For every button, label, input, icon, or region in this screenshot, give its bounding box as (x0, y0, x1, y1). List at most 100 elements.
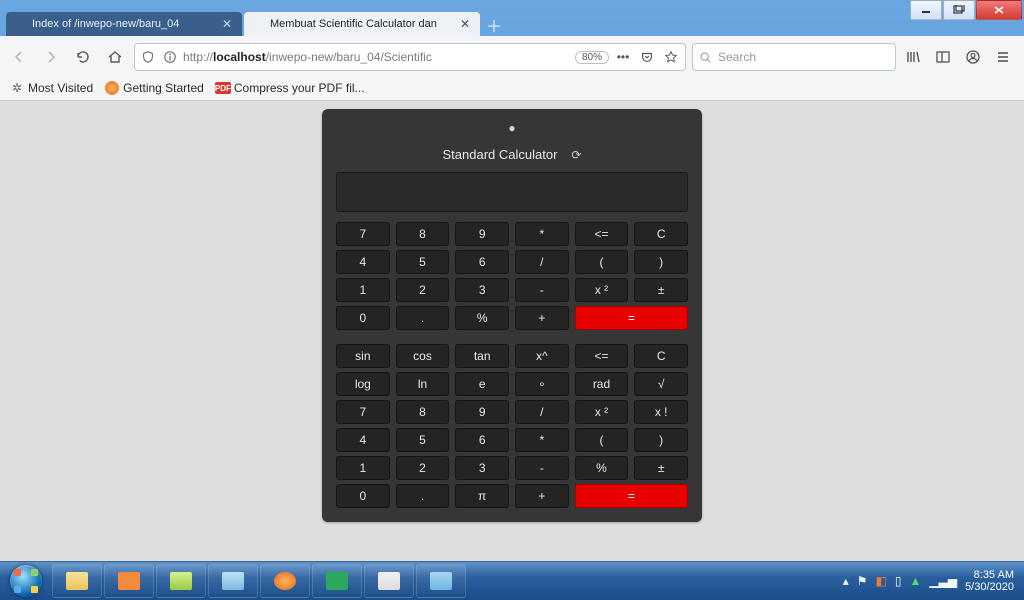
shield-icon[interactable] (139, 50, 157, 64)
app-menu-icon[interactable] (992, 46, 1014, 68)
task-xampp[interactable] (104, 564, 154, 598)
tray-flag-icon[interactable]: ⚑ (857, 574, 868, 588)
calc-key[interactable]: 8 (396, 400, 450, 424)
calc-key[interactable]: ln (396, 372, 450, 396)
tray-clock[interactable]: 8:35 AM 5/30/2020 (965, 569, 1014, 593)
forward-button[interactable] (38, 44, 64, 70)
calc-key[interactable]: 1 (336, 278, 390, 302)
calc-key[interactable]: tan (455, 344, 509, 368)
calc-key[interactable]: sin (336, 344, 390, 368)
calc-key[interactable]: * (515, 222, 569, 246)
calc-key[interactable]: e (455, 372, 509, 396)
calc-key[interactable]: log (336, 372, 390, 396)
calc-key[interactable]: x ² (575, 400, 629, 424)
home-button[interactable] (102, 44, 128, 70)
tray-battery-icon[interactable]: ▯ (895, 574, 902, 588)
calc-key[interactable]: C (634, 344, 688, 368)
calc-key[interactable]: 8 (396, 222, 450, 246)
calc-key[interactable]: x^ (515, 344, 569, 368)
task-calculator[interactable] (208, 564, 258, 598)
sidebar-icon[interactable] (932, 46, 954, 68)
calc-key[interactable]: 6 (455, 428, 509, 452)
bookmark-star-icon[interactable] (661, 50, 681, 64)
calc-key[interactable]: 9 (455, 222, 509, 246)
window-close-button[interactable] (976, 0, 1022, 20)
calc-key[interactable]: - (515, 278, 569, 302)
tray-show-hidden-icon[interactable]: ▴ (843, 574, 849, 588)
calc-key[interactable]: 3 (455, 456, 509, 480)
url-bar[interactable]: http://localhost/inwepo-new/baru_04/Scie… (134, 43, 686, 71)
calc-key[interactable]: ± (634, 456, 688, 480)
reload-button[interactable] (70, 44, 96, 70)
calc-key[interactable]: x ² (575, 278, 629, 302)
calc-key-equals[interactable]: = (575, 306, 688, 330)
calc-key[interactable]: ∘ (515, 372, 569, 396)
calc-key[interactable]: 6 (455, 250, 509, 274)
task-notepadpp[interactable] (156, 564, 206, 598)
start-button[interactable] (4, 564, 48, 598)
calc-key[interactable]: / (515, 400, 569, 424)
task-photos[interactable] (416, 564, 466, 598)
calc-key-equals[interactable]: = (575, 484, 688, 508)
calc-key[interactable]: ) (634, 428, 688, 452)
task-firefox[interactable] (260, 564, 310, 598)
calc-key[interactable]: 5 (396, 250, 450, 274)
tray-security-icon[interactable]: ◧ (876, 574, 887, 588)
calc-key[interactable]: . (396, 306, 450, 330)
tab-close-button[interactable]: ✕ (220, 17, 234, 31)
calc-key[interactable]: % (455, 306, 509, 330)
calc-key[interactable]: ( (575, 428, 629, 452)
task-app-green[interactable] (312, 564, 362, 598)
calc-key[interactable]: cos (396, 344, 450, 368)
calc-key[interactable]: + (515, 484, 569, 508)
calc-key[interactable]: 2 (396, 278, 450, 302)
calc-key[interactable]: 1 (336, 456, 390, 480)
calc-key[interactable]: ( (575, 250, 629, 274)
bookmark-compress-pdf[interactable]: PDF Compress your PDF fil... (216, 81, 365, 95)
zoom-badge[interactable]: 80% (575, 51, 609, 64)
account-icon[interactable] (962, 46, 984, 68)
calculator-refresh-icon[interactable]: ⟳ (571, 148, 581, 162)
calc-key[interactable]: * (515, 428, 569, 452)
calc-key[interactable]: 5 (396, 428, 450, 452)
calc-key[interactable]: % (575, 456, 629, 480)
calc-key[interactable]: rad (575, 372, 629, 396)
bookmark-getting-started[interactable]: Getting Started (105, 81, 204, 95)
site-info-icon[interactable] (161, 50, 179, 64)
calc-key[interactable]: ± (634, 278, 688, 302)
library-icon[interactable] (902, 46, 924, 68)
calc-key[interactable]: 3 (455, 278, 509, 302)
calc-key[interactable]: 0 (336, 484, 390, 508)
calc-key[interactable]: 7 (336, 222, 390, 246)
tray-network-icon[interactable]: ▲ (909, 574, 921, 588)
calc-key[interactable]: / (515, 250, 569, 274)
calc-key[interactable]: π (455, 484, 509, 508)
page-actions-icon[interactable]: ••• (613, 50, 633, 64)
calc-key[interactable]: 0 (336, 306, 390, 330)
calc-key[interactable]: <= (575, 222, 629, 246)
tab-close-button[interactable]: ✕ (458, 17, 472, 31)
calc-key[interactable]: . (396, 484, 450, 508)
window-maximize-button[interactable] (943, 0, 975, 20)
back-button[interactable] (6, 44, 32, 70)
task-explorer[interactable] (52, 564, 102, 598)
calc-key[interactable]: 9 (455, 400, 509, 424)
calc-key[interactable]: <= (575, 344, 629, 368)
tab-active[interactable]: Membuat Scientific Calculator dan ✕ (244, 12, 480, 36)
bookmark-most-visited[interactable]: ✲ Most Visited (10, 81, 93, 95)
calc-key[interactable]: x ! (634, 400, 688, 424)
new-tab-button[interactable]: ＋ (482, 14, 506, 36)
calc-key[interactable]: ) (634, 250, 688, 274)
tab-inactive[interactable]: Index of /inwepo-new/baru_04 ✕ (6, 12, 242, 36)
search-bar[interactable]: Search (692, 43, 896, 71)
task-paint[interactable] (364, 564, 414, 598)
calc-key[interactable]: √ (634, 372, 688, 396)
calc-key[interactable]: 7 (336, 400, 390, 424)
calc-key[interactable]: - (515, 456, 569, 480)
pocket-icon[interactable] (637, 50, 657, 64)
calc-key[interactable]: 4 (336, 428, 390, 452)
tray-wifi-icon[interactable]: ▁▃▅ (929, 574, 957, 588)
calc-key[interactable]: + (515, 306, 569, 330)
window-minimize-button[interactable] (910, 0, 942, 20)
calc-key[interactable]: 2 (396, 456, 450, 480)
